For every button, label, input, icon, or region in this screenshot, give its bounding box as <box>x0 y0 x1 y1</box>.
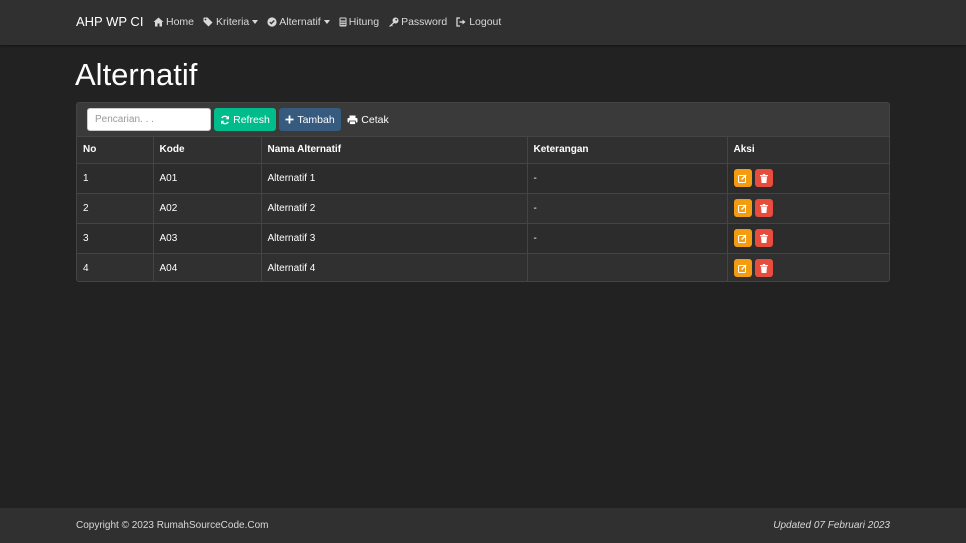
edit-icon <box>738 174 747 183</box>
tambah-button[interactable]: Tambah <box>279 108 341 131</box>
refresh-icon <box>220 115 230 125</box>
refresh-label: Refresh <box>233 113 270 126</box>
caret-down-icon <box>323 20 330 24</box>
column-header-nama[interactable]: Nama Alternatif <box>261 137 528 164</box>
sign-out-icon <box>456 17 467 27</box>
cell-nama: Alternatif 2 <box>261 192 528 223</box>
cetak-label: Cetak <box>361 113 389 126</box>
nav-item-hitung[interactable]: Hitung <box>339 16 379 28</box>
tambah-label: Tambah <box>297 113 335 126</box>
cell-no: 1 <box>77 162 154 193</box>
row-actions <box>733 229 884 247</box>
row-actions <box>733 259 884 278</box>
edit-button[interactable] <box>733 259 752 278</box>
nav-item-label: Kriteria <box>216 16 250 28</box>
cell-nama: Alternatif 4 <box>261 252 528 281</box>
edit-icon <box>738 234 747 243</box>
table-row: 3 A03 Alternatif 3 - <box>77 222 889 253</box>
table-row: 4 A04 Alternatif 4 <box>77 252 889 281</box>
nav-item-label: Home <box>166 16 195 28</box>
cell-aksi <box>727 252 889 281</box>
cell-kode: A04 <box>153 252 262 281</box>
cell-keterangan: - <box>527 192 728 223</box>
edit-button[interactable] <box>733 199 752 217</box>
trash-icon <box>759 173 768 183</box>
table-row: 2 A02 Alternatif 2 - <box>77 192 889 223</box>
edit-button[interactable] <box>733 169 752 187</box>
cell-kode: A01 <box>153 162 262 193</box>
column-header-aksi: Aksi <box>727 137 889 164</box>
footer: Copyright © 2023 RumahSourceCode.Com Upd… <box>0 508 966 543</box>
row-actions <box>733 199 884 217</box>
delete-button[interactable] <box>754 259 773 278</box>
trash-icon <box>759 263 768 273</box>
table-header-row: No Kode Nama Alternatif Keterangan Aksi <box>77 137 889 164</box>
caret-down-icon <box>252 20 259 24</box>
edit-button[interactable] <box>733 229 752 247</box>
nav-item-label: Hitung <box>348 16 380 28</box>
alternatif-panel: Refresh Tambah Cetak No Kode Nama Altern… <box>76 102 890 282</box>
nav-item-alternatif[interactable]: Alternatif <box>267 16 330 28</box>
cetak-button[interactable]: Cetak <box>344 108 392 131</box>
delete-button[interactable] <box>754 199 773 217</box>
search-input[interactable] <box>87 108 211 131</box>
nav-item-label: Alternatif <box>279 16 321 28</box>
footer-updated: Updated 07 Februari 2023 <box>773 520 890 531</box>
tags-icon <box>203 17 214 27</box>
cell-keterangan <box>527 252 728 281</box>
cell-kode: A03 <box>153 222 262 253</box>
print-icon <box>347 115 358 125</box>
alternatif-table: No Kode Nama Alternatif Keterangan Aksi … <box>77 137 889 281</box>
cell-aksi <box>727 222 889 253</box>
cell-aksi <box>727 192 889 223</box>
cell-no: 2 <box>77 192 154 223</box>
navbar: AHP WP CI Home Kriteria Alternatif Hitun… <box>0 0 966 45</box>
trash-icon <box>759 233 768 243</box>
cell-no: 3 <box>77 222 154 253</box>
cell-kode: A02 <box>153 192 262 223</box>
navbar-brand[interactable]: AHP WP CI <box>76 14 143 29</box>
cell-nama: Alternatif 3 <box>261 222 528 253</box>
key-icon <box>388 17 399 27</box>
refresh-button[interactable]: Refresh <box>214 108 276 131</box>
delete-button[interactable] <box>754 169 773 187</box>
column-header-keterangan[interactable]: Keterangan <box>527 137 728 164</box>
nav-item-kriteria[interactable]: Kriteria <box>203 16 259 28</box>
column-header-no[interactable]: No <box>77 137 154 164</box>
cell-no: 4 <box>77 252 154 281</box>
nav-item-label: Password <box>401 16 448 28</box>
edit-icon <box>738 204 747 213</box>
nav-menu: Home Kriteria Alternatif Hitung Password… <box>153 16 510 28</box>
cell-nama: Alternatif 1 <box>261 162 528 193</box>
nav-item-password[interactable]: Password <box>388 16 447 28</box>
table-row: 1 A01 Alternatif 1 - <box>77 162 889 193</box>
edit-icon <box>738 264 747 273</box>
home-icon <box>153 17 164 27</box>
row-actions <box>733 169 884 187</box>
trash-icon <box>759 203 768 213</box>
cell-aksi <box>727 162 889 193</box>
plus-icon <box>285 115 294 124</box>
nav-item-home[interactable]: Home <box>153 16 194 28</box>
nav-item-label: Logout <box>469 16 502 28</box>
cell-keterangan: - <box>527 222 728 253</box>
footer-copyright: Copyright © 2023 RumahSourceCode.Com <box>76 520 269 531</box>
delete-button[interactable] <box>754 229 773 247</box>
nav-item-logout[interactable]: Logout <box>456 16 501 28</box>
calculator-icon <box>339 17 347 27</box>
page-title: Alternatif <box>75 57 198 92</box>
check-circle-icon <box>267 17 277 27</box>
toolbar: Refresh Tambah Cetak <box>77 103 889 137</box>
cell-keterangan: - <box>527 162 728 193</box>
column-header-kode[interactable]: Kode <box>153 137 262 164</box>
